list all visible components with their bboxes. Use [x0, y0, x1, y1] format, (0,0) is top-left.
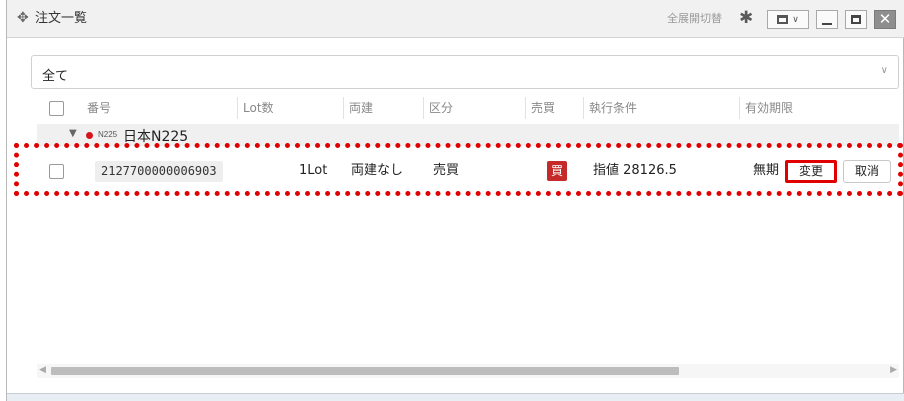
table-header: 番号 Lot数 両建 区分 売買 執行条件 有効期限 — [31, 97, 899, 123]
scrollbar-thumb[interactable] — [51, 367, 679, 375]
minimize-button[interactable] — [816, 10, 838, 29]
row-checkbox[interactable] — [49, 164, 64, 179]
symbol-group-header: ▼ N225 日本N225 — [37, 124, 899, 146]
maximize-button[interactable] — [845, 10, 867, 29]
collapse-caret-icon[interactable]: ▼ — [69, 128, 77, 139]
order-type: 売買 — [433, 163, 460, 178]
filter-select[interactable]: 全て ∨ — [31, 55, 899, 89]
move-icon[interactable]: ✥ — [17, 11, 29, 25]
scroll-left-icon[interactable]: ◀ — [39, 365, 46, 375]
lot-count: 1Lot — [299, 163, 328, 178]
minimize-icon — [822, 22, 832, 25]
header-hedge: 両建 — [349, 101, 374, 115]
header-expiry: 有効期限 — [745, 101, 794, 115]
layout-icon — [777, 15, 789, 24]
header-number: 番号 — [87, 101, 112, 115]
column-divider — [583, 97, 584, 119]
gear-icon[interactable]: ✱ — [739, 9, 753, 27]
window-bottom-edge — [7, 393, 904, 401]
column-divider — [343, 97, 344, 119]
execution-condition: 指値 28126.5 — [593, 163, 677, 178]
close-icon: ✕ — [878, 10, 892, 28]
expand-all-toggle[interactable]: 全展開切替 — [667, 12, 722, 26]
column-divider — [423, 97, 424, 119]
chevron-down-icon: ∨ — [880, 65, 888, 76]
column-divider — [525, 97, 526, 119]
select-all-checkbox[interactable] — [49, 101, 64, 116]
buy-badge: 買 — [547, 161, 567, 181]
column-divider — [237, 97, 238, 119]
hedge-status: 両建なし — [351, 163, 404, 178]
expiry-value: 無期 — [753, 163, 780, 178]
header-condition: 執行条件 — [589, 101, 638, 115]
table-row[interactable]: 2127700000006903 1Lot 両建なし 売買 買 指値 28126… — [31, 153, 899, 189]
header-type: 区分 — [429, 101, 454, 115]
maximize-icon — [851, 15, 861, 24]
order-list-window: ✥ 注文一覧 全展開切替 ✱ ∨ ✕ 全て ∨ 番号 Lot数 両建 区分 売買… — [6, 0, 904, 401]
scroll-right-icon[interactable]: ▶ — [890, 365, 897, 375]
filter-selected-value: 全て — [42, 69, 69, 84]
chevron-down-icon: ∨ — [792, 14, 799, 25]
window-titlebar[interactable]: ✥ 注文一覧 全展開切替 ✱ ∨ ✕ — [7, 0, 904, 38]
cancel-order-button[interactable]: 取消 — [843, 160, 891, 183]
header-lot: Lot数 — [243, 101, 274, 115]
window-title: 注文一覧 — [35, 11, 88, 26]
order-number: 2127700000006903 — [95, 161, 223, 182]
change-button[interactable]: 変更 — [785, 160, 837, 183]
symbol-name: 日本N225 — [123, 129, 189, 145]
header-side: 売買 — [531, 101, 556, 115]
horizontal-scrollbar[interactable]: ◀ ▶ — [37, 364, 899, 378]
column-divider — [739, 97, 740, 119]
symbol-dot-icon — [86, 132, 93, 139]
symbol-code: N225 — [98, 130, 118, 139]
layout-dropdown-button[interactable]: ∨ — [767, 10, 809, 29]
close-button[interactable]: ✕ — [874, 10, 896, 29]
